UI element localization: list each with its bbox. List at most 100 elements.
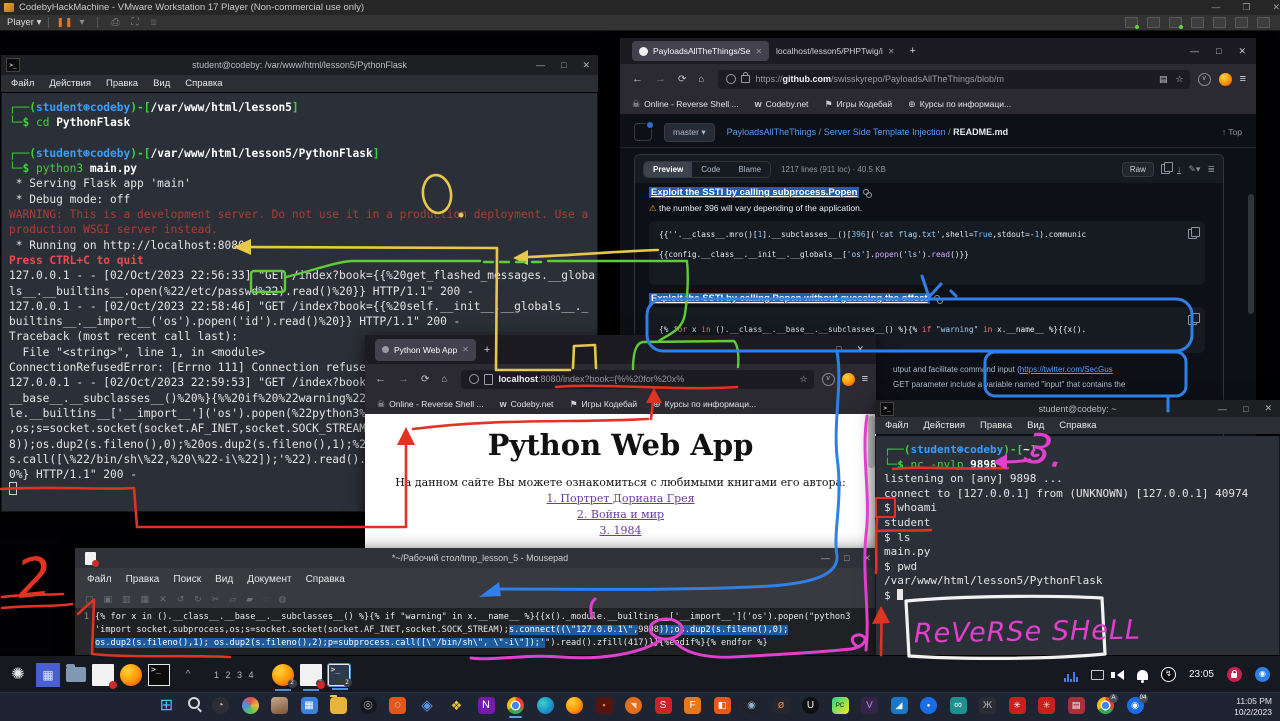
close-doc-icon[interactable]: ✕: [159, 594, 167, 605]
hamburger-menu-icon[interactable]: ≡: [862, 373, 868, 385]
gauge-app-icon[interactable]: ◔: [212, 697, 229, 714]
mousepad-titlebar[interactable]: *~/Рабочий стол/tmp_lesson_5 - Mousepad …: [75, 548, 885, 568]
orange-ring-app-icon[interactable]: ◌: [389, 697, 406, 714]
pause-dropdown-icon[interactable]: ▾: [79, 17, 84, 28]
tab-preview[interactable]: Preview: [644, 162, 692, 177]
firefox-host-icon[interactable]: [566, 697, 583, 714]
outline-icon[interactable]: ≣: [1207, 164, 1215, 175]
new-tab-button[interactable]: +: [484, 344, 490, 356]
heading-subprocess-popen[interactable]: Exploit the SSTI by calling subprocess.P…: [649, 187, 859, 198]
find-icon[interactable]: ◌: [263, 594, 268, 604]
file-manager-icon[interactable]: [66, 667, 86, 682]
red-gear-app-2-icon[interactable]: ✳: [1038, 697, 1055, 714]
new-tab-button[interactable]: +: [910, 45, 916, 57]
open-icon[interactable]: ▣: [104, 594, 113, 605]
shield-icon[interactable]: [726, 74, 736, 84]
kali-menu-icon[interactable]: ✺: [6, 663, 30, 687]
messenger-icon[interactable]: ◉: [1255, 667, 1270, 682]
disk-device-icon[interactable]: [1191, 17, 1204, 28]
search-icon[interactable]: [188, 697, 200, 709]
file-tree-icon[interactable]: [634, 123, 652, 141]
bookmark-reverse-shell[interactable]: ☠Online - Reverse Shell ...: [632, 99, 739, 110]
minimize-button[interactable]: —: [1218, 404, 1227, 414]
menu-document[interactable]: Документ: [247, 574, 291, 585]
code-block-subprocess[interactable]: {{''.__class__.mro()[1].__subclasses__()…: [649, 221, 1205, 285]
menu-help[interactable]: Справка: [185, 78, 222, 89]
paste-icon[interactable]: ▰: [246, 594, 253, 605]
bookmark-courses[interactable]: ⊕Курсы по информаци...: [653, 399, 756, 410]
menu-file[interactable]: Файл: [885, 420, 908, 431]
close-button[interactable]: ✕: [1238, 46, 1246, 57]
mousepad-window-icon[interactable]: 2: [300, 664, 322, 686]
close-tab-icon[interactable]: ✕: [462, 345, 469, 354]
menu-search[interactable]: Поиск: [173, 574, 201, 585]
bookmark-codeby[interactable]: wCodeby.net: [755, 99, 809, 109]
workspace-pager[interactable]: 1 2 3 4: [214, 670, 256, 680]
maximize-button[interactable]: □: [1216, 46, 1221, 57]
undo-icon[interactable]: ↺: [177, 594, 185, 605]
virtualbox-icon[interactable]: ◈: [419, 697, 436, 714]
pinned-badge-app-icon[interactable]: ◉04: [1127, 697, 1144, 714]
breadcrumb-dir[interactable]: Server Side Template Injection: [824, 127, 946, 137]
menu-view[interactable]: Вид: [153, 78, 170, 89]
terminal-icon[interactable]: >_: [148, 664, 170, 686]
maximize-button[interactable]: □: [561, 60, 566, 70]
right-terminal-titlebar[interactable]: >_ student@codeby: ~ — □ ✕: [875, 400, 1280, 417]
fullscreen-icon[interactable]: ⛶: [131, 17, 138, 28]
reload-icon[interactable]: ⟳: [678, 73, 686, 85]
bookmark-star-icon[interactable]: ☆: [800, 374, 808, 385]
payload-code[interactable]: {% for x in ().__class__.__base__.__subc…: [95, 611, 885, 658]
windows-start-icon[interactable]: ⊞: [158, 697, 175, 714]
menu-help[interactable]: Справка: [1059, 420, 1096, 431]
save-icon[interactable]: ▥: [122, 594, 131, 605]
bookmark-games[interactable]: ⚑Игры Кодебай: [569, 399, 637, 410]
sound-device-icon[interactable]: [1235, 17, 1248, 28]
vm-clock[interactable]: 23:05: [1189, 669, 1214, 680]
blender-icon[interactable]: ø: [773, 697, 790, 714]
network-device-icon[interactable]: [1169, 17, 1182, 28]
reload-icon[interactable]: ⟳: [421, 373, 429, 385]
bookmark-reverse-shell[interactable]: ☠Online - Reverse Shell ...: [377, 399, 484, 410]
chrome-icon[interactable]: [507, 697, 524, 714]
firefox-account-icon[interactable]: [1219, 73, 1232, 86]
close-tab-icon[interactable]: ✕: [755, 47, 762, 56]
bookmark-codeby[interactable]: wCodeby.net: [500, 399, 554, 409]
visual-studio-icon[interactable]: V: [861, 697, 878, 714]
lock-icon[interactable]: [1227, 667, 1242, 682]
menu-view[interactable]: Вид: [1027, 420, 1044, 431]
tab-code[interactable]: Code: [692, 162, 729, 177]
unity-mode-icon[interactable]: ⧈: [150, 17, 156, 28]
color-wheel-app-icon[interactable]: [242, 697, 259, 714]
breadcrumb-repo[interactable]: PayloadsAllTheThings: [727, 127, 817, 137]
raw-button[interactable]: Raw: [1122, 162, 1154, 177]
bookmark-courses[interactable]: ⊕Курсы по информаци...: [908, 99, 1011, 110]
tab-python-web-app[interactable]: Python Web App✕: [375, 339, 476, 361]
left-terminal-titlebar[interactable]: >_ student@codeby: /var/www/html/lesson5…: [1, 55, 598, 75]
minimize-button[interactable]: —: [812, 344, 821, 355]
maximize-button[interactable]: □: [1243, 404, 1248, 414]
vmware-close-button[interactable]: ✕: [1272, 2, 1280, 13]
pocket-icon[interactable]: v: [822, 373, 835, 386]
menu-edit[interactable]: Правка: [106, 78, 138, 89]
menu-edit[interactable]: Правка: [126, 574, 160, 585]
bell-icon[interactable]: [1137, 670, 1148, 680]
camera-app-icon[interactable]: ◉: [743, 697, 760, 714]
reader-mode-icon[interactable]: ▤: [1159, 74, 1168, 85]
red-s-app-icon[interactable]: S: [655, 697, 672, 714]
calendar-icon[interactable]: ▦: [301, 697, 318, 714]
url-bar[interactable]: localhost:8080/index?book={%%20for%20x% …: [461, 370, 813, 389]
close-button[interactable]: ✕: [856, 344, 864, 355]
minimize-button[interactable]: —: [1190, 46, 1199, 57]
menu-view[interactable]: Вид: [215, 574, 233, 585]
url-bar[interactable]: https://github.com/swisskyrepo/PayloadsA…: [718, 70, 1189, 89]
unreal-engine-icon[interactable]: U: [802, 697, 819, 714]
orange-tool-app-icon[interactable]: ◧: [714, 697, 731, 714]
tab-payloadsallthethings[interactable]: PayloadsAllTheThings/Se✕: [632, 41, 769, 61]
show-desktop-icon[interactable]: ▦: [36, 663, 60, 687]
find-replace-icon[interactable]: ◍: [278, 594, 286, 605]
speaker-icon[interactable]: [1117, 670, 1124, 680]
hamburger-menu-icon[interactable]: ≡: [1240, 73, 1246, 85]
cut-icon[interactable]: ✂: [212, 594, 220, 605]
maps-pin-app-icon[interactable]: ●: [920, 697, 937, 714]
teal-infinity-app-icon[interactable]: ∞: [950, 697, 967, 714]
